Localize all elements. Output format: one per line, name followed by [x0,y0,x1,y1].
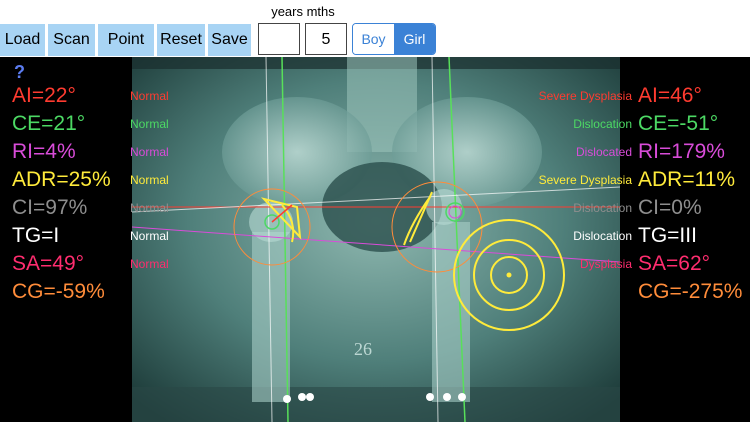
toolbar: Load Scan Point Reset Save years mths 5 … [0,0,750,57]
right-adr-value: ADR=11% [638,168,736,191]
right-sa-status: Dysplasia [579,257,632,271]
left-sa-status: Normal [130,257,169,271]
left-ci-status: Normal [130,201,169,215]
right-tg-status: Dislocation [573,229,632,243]
xray-image[interactable]: 26 [132,57,620,422]
right-ai-status: Severe Dysplasia [538,89,632,103]
left-ri-value: RI=4% [12,140,76,163]
boy-option[interactable]: Boy [353,24,394,54]
left-ce-value: CE=21° [12,112,86,135]
months-input[interactable]: 5 [305,23,347,55]
left-ce-status: Normal [130,117,169,131]
xray-canvas: 26 [132,57,620,422]
right-tg-value: TG=III [638,224,697,247]
left-ai-value: AI=22° [12,84,76,107]
right-adr-status: Severe Dysplasia [538,173,632,187]
right-ce-value: CE=-51° [638,112,719,135]
left-adr-value: ADR=25% [12,168,111,191]
load-button[interactable]: Load [0,24,45,56]
scan-button[interactable]: Scan [48,24,95,56]
left-adr-status: Normal [130,173,169,187]
sex-selector: Boy Girl [352,23,436,55]
right-ci-value: CI=0% [638,196,702,219]
right-ai-value: AI=46° [638,84,702,107]
right-ri-value: RI=179% [638,140,725,163]
right-ri-status: Dislocated [575,145,632,159]
reset-button[interactable]: Reset [157,24,205,56]
save-button[interactable]: Save [208,24,251,56]
girl-option[interactable]: Girl [394,24,435,54]
left-ai-status: Normal [130,89,169,103]
right-ci-status: Dislocation [573,201,632,215]
left-tg-status: Normal [130,229,169,243]
left-ci-value: CI=97% [12,196,88,219]
age-label: years mths [271,4,335,19]
xray-annotation: 26 [354,339,372,359]
years-input[interactable] [258,23,300,55]
left-cg-value: CG=-59% [12,280,105,303]
right-cg-value: CG=-275% [638,280,743,303]
help-icon[interactable]: ? [14,62,25,83]
right-ce-status: Dislocation [573,117,632,131]
right-sa-value: SA=62° [638,252,711,275]
left-tg-value: TG=I [12,224,60,247]
left-sa-value: SA=49° [12,252,85,275]
left-ri-status: Normal [130,145,169,159]
point-button[interactable]: Point [98,24,154,56]
